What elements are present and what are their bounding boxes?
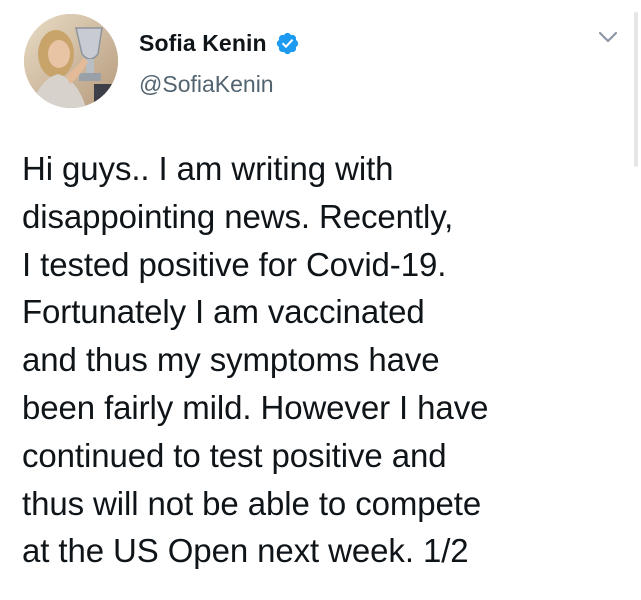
tweet: Sofia Kenin @SofiaKenin Hi guys.. I am w…	[0, 0, 641, 600]
tweet-text-line: Fortunately I am vaccinated	[22, 293, 425, 331]
verified-badge-icon	[276, 32, 298, 54]
tweet-text-line: been fairly mild. However I have	[22, 388, 489, 426]
user-handle[interactable]: @SofiaKenin	[139, 71, 274, 98]
tweet-text-line: and thus my symptoms have	[22, 341, 440, 379]
avatar[interactable]	[24, 14, 118, 108]
tweet-text-line: I tested positive for Covid-19.	[22, 245, 447, 283]
avatar-photo-icon	[24, 14, 118, 108]
tweet-text-line: Hi guys.. I am writing with	[22, 150, 394, 187]
tweet-text-line: at the US Open next week. 1/2	[22, 532, 469, 570]
scrollbar[interactable]	[634, 12, 638, 167]
chevron-down-icon[interactable]	[597, 30, 619, 44]
display-name-row: Sofia Kenin	[139, 29, 300, 57]
tweet-text: Hi guys.. I am writing with disappointin…	[22, 145, 622, 575]
tweet-text-line: thus will not be able to compete	[22, 484, 482, 522]
tweet-text-line: disappointing news. Recently,	[22, 197, 454, 235]
display-name[interactable]: Sofia Kenin	[139, 30, 267, 57]
tweet-text-line: continued to test positive and	[22, 436, 447, 474]
